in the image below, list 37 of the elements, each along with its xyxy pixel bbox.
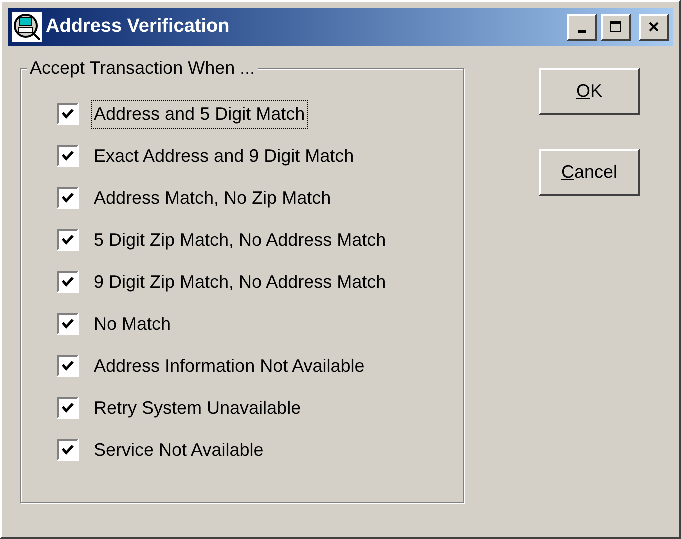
cancel-button[interactable]: Cancel	[539, 149, 640, 196]
option-label[interactable]: 9 Digit Zip Match, No Address Match	[91, 268, 390, 296]
check-icon	[61, 401, 75, 415]
option-label[interactable]: Retry System Unavailable	[91, 394, 304, 422]
check-icon	[61, 317, 75, 331]
option-label[interactable]: Address and 5 Digit Match	[91, 100, 308, 128]
checkbox[interactable]	[57, 355, 79, 377]
window-title: Address Verification	[46, 14, 231, 39]
close-button[interactable]	[639, 14, 669, 40]
ok-button[interactable]: OK	[539, 68, 640, 115]
checkbox[interactable]	[57, 103, 79, 125]
checkbox[interactable]	[57, 439, 79, 461]
checkbox[interactable]	[57, 271, 79, 293]
minimize-icon	[578, 30, 586, 32]
option-label[interactable]: Service Not Available	[91, 436, 267, 464]
check-icon	[61, 359, 75, 373]
checkbox[interactable]	[57, 187, 79, 209]
check-icon	[61, 149, 75, 163]
option-label[interactable]: Address Information Not Available	[91, 352, 368, 380]
checkbox[interactable]	[57, 313, 79, 335]
check-icon	[61, 275, 75, 289]
checkbox[interactable]	[57, 229, 79, 251]
checkbox[interactable]	[57, 397, 79, 419]
option-label[interactable]: No Match	[91, 310, 174, 338]
option-label[interactable]: 5 Digit Zip Match, No Address Match	[91, 226, 390, 254]
close-icon	[648, 21, 660, 33]
app-icon	[12, 12, 42, 42]
maximize-icon	[610, 21, 622, 33]
maximize-button[interactable]	[601, 14, 631, 40]
option-label[interactable]: Exact Address and 9 Digit Match	[91, 142, 358, 170]
checkbox[interactable]	[57, 145, 79, 167]
check-icon	[61, 107, 75, 121]
check-icon	[61, 233, 75, 247]
option-label[interactable]: Address Match, No Zip Match	[91, 184, 334, 212]
minimize-button[interactable]	[567, 14, 597, 40]
check-icon	[61, 191, 75, 205]
check-icon	[61, 443, 75, 457]
